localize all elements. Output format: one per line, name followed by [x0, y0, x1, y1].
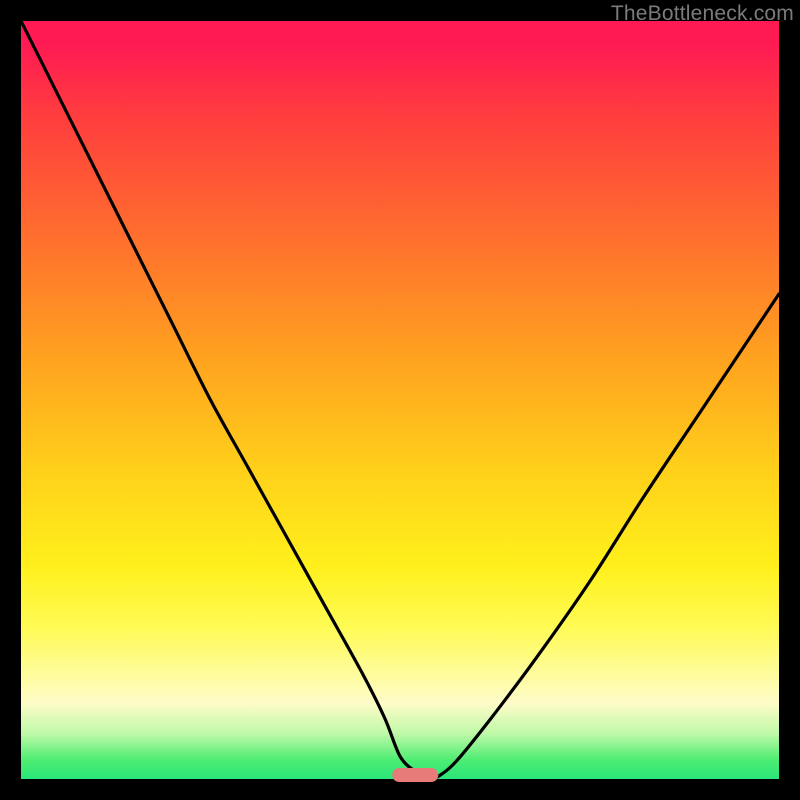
watermark-text: TheBottleneck.com — [611, 2, 794, 26]
bottleneck-marker — [392, 768, 437, 782]
chart-frame: TheBottleneck.com — [0, 0, 800, 800]
bottleneck-curve — [21, 21, 779, 779]
plot-area — [21, 21, 779, 779]
